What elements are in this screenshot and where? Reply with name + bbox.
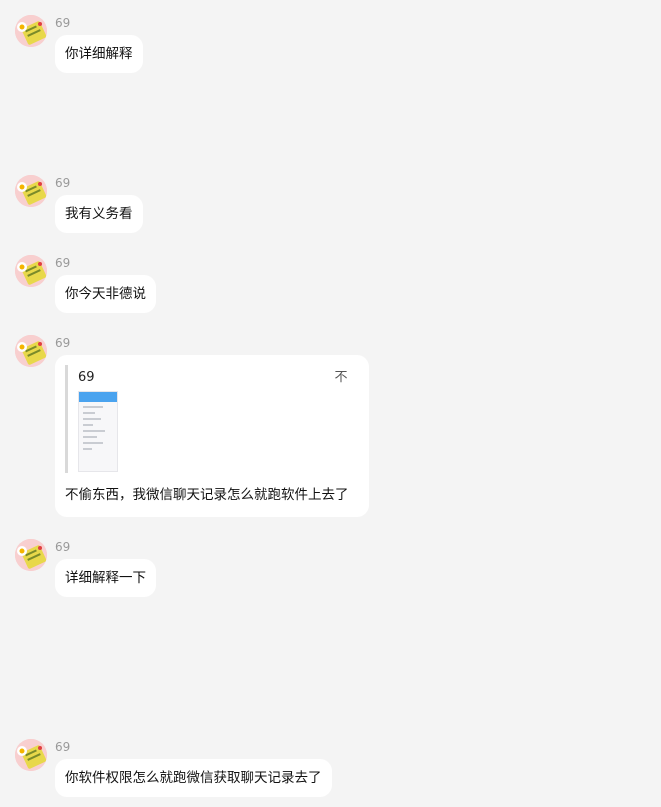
avatar[interactable] — [15, 539, 47, 571]
thumbnail-line — [83, 430, 105, 432]
avatar-image-icon — [15, 539, 47, 571]
avatar-image-icon — [15, 175, 47, 207]
thumbnail-line — [83, 412, 95, 414]
avatar[interactable] — [15, 15, 47, 47]
thumbnail-line — [83, 418, 101, 420]
thumbnail-line — [83, 436, 97, 438]
thumbnail-line — [83, 448, 92, 450]
message-bubble-with-quote[interactable]: 69 不 不偷东西，我微信聊天记录怎么就跑软件上去了 — [55, 355, 369, 517]
avatar-image-icon — [15, 255, 47, 287]
quoted-sender-name: 69 — [78, 370, 95, 385]
chat-window: 69 你详细解释 69 我有义务看 69 你今天非德说 69 69 不 不偷东西… — [0, 0, 661, 807]
sender-name: 69 — [55, 16, 71, 30]
sender-name: 69 — [55, 176, 71, 190]
avatar[interactable] — [15, 739, 47, 771]
message-bubble[interactable]: 我有义务看 — [55, 195, 143, 233]
avatar[interactable] — [15, 255, 47, 287]
screenshot-thumbnail[interactable] — [78, 391, 118, 472]
sender-name: 69 — [55, 256, 71, 270]
thumbnail-header — [79, 392, 117, 402]
thumbnail-line — [83, 406, 103, 408]
message-text: 不偷东西，我微信聊天记录怎么就跑软件上去了 — [65, 487, 349, 503]
sender-name: 69 — [55, 336, 71, 350]
quoted-message[interactable]: 69 不 — [65, 365, 360, 473]
thumbnail-line — [83, 424, 93, 426]
message-bubble[interactable]: 你今天非德说 — [55, 275, 156, 313]
thumbnail-line — [83, 442, 103, 444]
avatar-image-icon — [15, 15, 47, 47]
avatar-image-icon — [15, 335, 47, 367]
sender-name: 69 — [55, 540, 71, 554]
pin-icon[interactable]: 不 — [332, 369, 350, 387]
message-bubble[interactable]: 详细解释一下 — [55, 559, 156, 597]
avatar[interactable] — [15, 175, 47, 207]
sender-name: 69 — [55, 740, 71, 754]
avatar[interactable] — [15, 335, 47, 367]
message-bubble[interactable]: 你软件权限怎么就跑微信获取聊天记录去了 — [55, 759, 332, 797]
message-bubble[interactable]: 你详细解释 — [55, 35, 143, 73]
avatar-image-icon — [15, 739, 47, 771]
